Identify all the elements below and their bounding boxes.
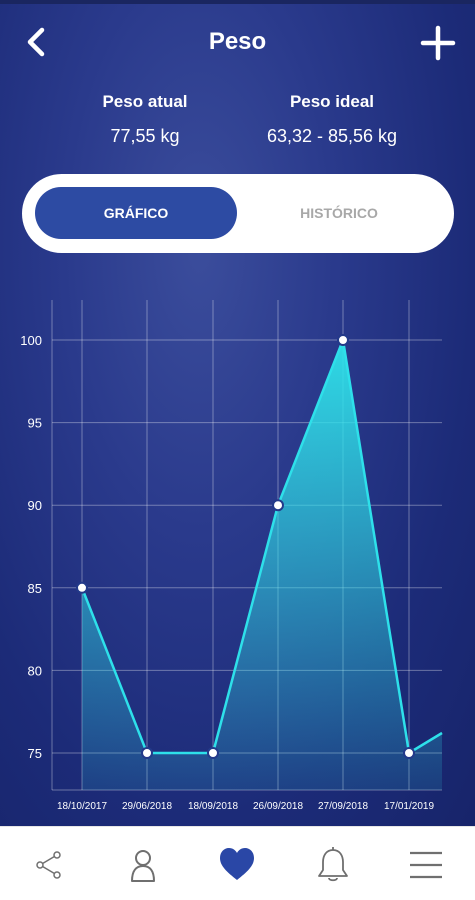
data-point xyxy=(207,747,219,759)
x-tick-label: 29/06/2018 xyxy=(122,801,172,812)
nav-menu[interactable] xyxy=(406,845,446,885)
user-icon xyxy=(131,850,155,882)
weight-chart-svg: 100 95 90 85 80 75 18/10/2017 29/06/2018 18/09/2… xyxy=(20,300,443,812)
ideal-weight-label: Peso ideal xyxy=(289,92,375,111)
y-tick-label: 75 xyxy=(28,746,42,761)
x-tick-label: 18/10/2017 xyxy=(57,801,107,812)
y-tick-label: 95 xyxy=(28,416,42,431)
bottom-nav xyxy=(0,826,475,900)
y-tick-label: 100 xyxy=(20,333,42,348)
weight-stats: Peso atual 77,55 kg Peso ideal 63,32 - 8… xyxy=(0,92,475,162)
status-strip xyxy=(0,0,475,4)
menu-icon xyxy=(410,851,442,879)
tab-grafico[interactable]: GRÁFICO xyxy=(35,187,237,239)
heart-icon xyxy=(220,848,254,880)
current-weight-value: 77,55 kg xyxy=(110,126,180,146)
x-tick-label: 17/01/2019 xyxy=(384,801,434,812)
x-tick-label: 18/09/2018 xyxy=(188,801,238,812)
data-point xyxy=(76,581,88,594)
current-weight-label: Peso atual xyxy=(102,92,188,111)
plus-icon xyxy=(420,25,456,61)
y-tick-label: 85 xyxy=(28,581,42,596)
share-icon xyxy=(36,851,61,879)
app-header: Peso xyxy=(0,18,475,68)
nav-health[interactable] xyxy=(217,845,257,885)
ideal-weight: Peso ideal 63,32 - 85,56 kg xyxy=(242,92,422,147)
data-point xyxy=(337,334,349,346)
x-tick-label: 26/09/2018 xyxy=(253,801,303,812)
y-tick-label: 90 xyxy=(28,498,42,513)
x-tick-label: 27/09/2018 xyxy=(318,801,368,812)
data-point xyxy=(272,499,284,512)
nav-profile[interactable] xyxy=(123,845,163,885)
tab-historico[interactable]: HISTÓRICO xyxy=(238,187,440,239)
add-button[interactable] xyxy=(419,24,457,62)
bell-icon xyxy=(318,847,348,882)
data-point xyxy=(141,747,153,759)
weight-chart: 100 95 90 85 80 75 18/10/2017 29/06/2018 18/09/2… xyxy=(0,270,475,826)
view-toggle: GRÁFICO HISTÓRICO xyxy=(22,174,454,253)
page-title: Peso xyxy=(208,28,267,55)
nav-share[interactable] xyxy=(28,845,68,885)
ideal-weight-value: 63,32 - 85,56 kg xyxy=(266,126,398,146)
current-weight: Peso atual 77,55 kg xyxy=(55,92,235,147)
data-point xyxy=(403,747,415,759)
y-tick-label: 80 xyxy=(28,663,42,678)
weight-screen: Peso Peso atual 77,55 kg Peso ideal 63,3… xyxy=(0,0,475,826)
nav-notifications[interactable] xyxy=(313,845,353,885)
